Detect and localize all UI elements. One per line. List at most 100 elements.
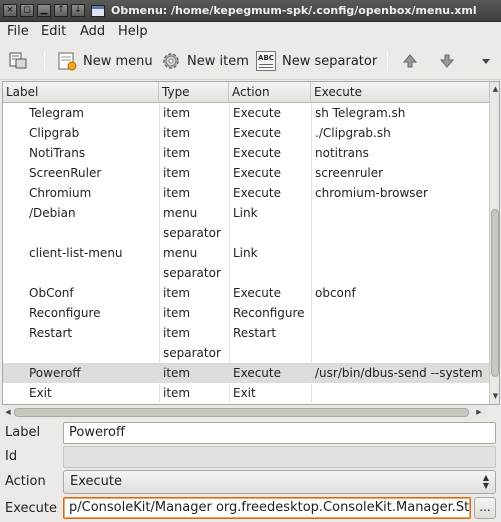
cell-execute bbox=[315, 223, 487, 243]
cell-type: menu bbox=[163, 206, 198, 220]
column-header-action[interactable]: Action bbox=[229, 82, 311, 103]
unshade-icon[interactable]: ↓ bbox=[71, 4, 85, 17]
move-up-button[interactable] bbox=[400, 50, 426, 72]
cell-label: Exit bbox=[29, 386, 52, 400]
horizontal-scrollbar[interactable]: ◀ ▶ bbox=[2, 406, 486, 419]
menu-edit[interactable]: Edit bbox=[41, 24, 66, 39]
cell-execute bbox=[315, 303, 487, 323]
id-input[interactable] bbox=[63, 446, 496, 468]
maximize-icon[interactable]: ◻ bbox=[20, 4, 34, 17]
horizontal-scroll-thumb[interactable] bbox=[14, 408, 469, 417]
cell-label: NotiTrans bbox=[29, 146, 86, 160]
table-row[interactable]: ObConf item Execute obconf bbox=[3, 283, 489, 303]
toolbar: New menu New item ABC New separator bbox=[0, 42, 501, 80]
cell-type: separator bbox=[163, 266, 221, 280]
cell-label: ScreenRuler bbox=[29, 166, 102, 180]
cell-label: Chromium bbox=[29, 186, 92, 200]
column-header-type[interactable]: Type bbox=[159, 82, 229, 103]
table-row[interactable]: separator bbox=[3, 263, 489, 283]
toolbar-overflow-button[interactable] bbox=[476, 50, 501, 72]
cell-label: ObConf bbox=[29, 286, 74, 300]
tree-header: Label Type Action Execute bbox=[3, 82, 489, 103]
table-row[interactable]: Restart item Restart bbox=[3, 323, 489, 343]
table-row[interactable]: Poweroff item Execute/usr/bin/dbus-send --… bbox=[3, 363, 489, 383]
cell-action: Execute bbox=[233, 186, 281, 200]
table-row[interactable]: Reconfigure item Reconfigure bbox=[3, 303, 489, 323]
cell-action bbox=[233, 343, 309, 363]
column-header-label[interactable]: Label bbox=[3, 82, 159, 103]
cell-execute bbox=[315, 263, 487, 283]
cell-label bbox=[29, 343, 157, 363]
cell-label: Telegram bbox=[29, 106, 84, 120]
arrow-up-icon bbox=[400, 51, 420, 71]
cell-action bbox=[233, 263, 309, 283]
table-row[interactable]: Exit item Exit bbox=[3, 383, 489, 403]
scroll-left-icon[interactable]: ◀ bbox=[3, 407, 13, 418]
new-menu-label: New menu bbox=[83, 53, 153, 69]
vertical-scroll-thumb[interactable] bbox=[491, 209, 499, 377]
app-window-icon bbox=[91, 5, 105, 17]
cell-type: item bbox=[163, 326, 191, 340]
cell-type: item bbox=[163, 306, 191, 320]
cell-action: Link bbox=[233, 206, 258, 220]
menu-tree-view[interactable]: Label Type Action Execute Telegram item Ex… bbox=[2, 81, 500, 405]
scroll-right-icon[interactable]: ▶ bbox=[474, 407, 484, 418]
browse-button[interactable]: ... bbox=[474, 497, 496, 519]
cell-execute bbox=[315, 203, 487, 223]
cell-execute: chromium-browser bbox=[315, 186, 428, 200]
cell-action: Execute bbox=[233, 106, 281, 120]
table-row[interactable]: client-list-menu menu Link bbox=[3, 243, 489, 263]
close-icon[interactable]: × bbox=[3, 4, 17, 17]
menu-add[interactable]: Add bbox=[80, 24, 105, 39]
move-down-button[interactable] bbox=[437, 50, 463, 72]
column-header-execute[interactable]: Execute bbox=[311, 82, 489, 103]
cell-type: item bbox=[163, 166, 191, 180]
new-item-button[interactable]: New item bbox=[161, 50, 249, 72]
new-separator-label: New separator bbox=[282, 53, 378, 69]
table-row[interactable]: separator bbox=[3, 223, 489, 243]
menubar: File Edit Add Help bbox=[0, 22, 501, 42]
minimize-icon[interactable]: ▁ bbox=[37, 4, 51, 17]
execute-input[interactable]: p/ConsoleKit/Manager org.freedesktop.Con… bbox=[63, 497, 471, 519]
cell-label: /Debian bbox=[29, 206, 76, 220]
cell-action bbox=[233, 223, 309, 243]
cell-type: item bbox=[163, 286, 191, 300]
scroll-down-icon[interactable]: ▼ bbox=[491, 391, 499, 401]
label-input[interactable]: Poweroff bbox=[63, 422, 496, 444]
cell-execute: ./Clipgrab.sh bbox=[315, 126, 391, 140]
menu-file[interactable]: File bbox=[7, 24, 29, 39]
table-row[interactable]: Chromium item Execute chromium-browser bbox=[3, 183, 489, 203]
cell-execute: notitrans bbox=[315, 146, 369, 160]
cell-label bbox=[29, 263, 157, 283]
cell-execute bbox=[315, 383, 487, 403]
scroll-up-icon[interactable]: ▲ bbox=[491, 84, 499, 94]
cell-type: item bbox=[163, 146, 191, 160]
cell-execute: /usr/bin/dbus-send --system bbox=[315, 366, 483, 380]
table-row[interactable]: Telegram item Execute sh Telegram.sh bbox=[3, 103, 489, 123]
new-separator-button[interactable]: ABC New separator bbox=[256, 50, 377, 72]
table-row[interactable]: /Debian menu Link bbox=[3, 203, 489, 223]
label-field-label: Label bbox=[5, 425, 41, 440]
cell-type: item bbox=[163, 366, 191, 380]
cell-label: Clipgrab bbox=[29, 126, 80, 140]
shade-icon[interactable]: ↑ bbox=[54, 4, 68, 17]
cell-action: Execute bbox=[233, 286, 281, 300]
cell-action: Execute bbox=[233, 126, 281, 140]
properties-button[interactable] bbox=[8, 50, 34, 72]
action-select[interactable]: Execute ▲ ▼ bbox=[63, 470, 496, 494]
cell-execute: obconf bbox=[315, 286, 356, 300]
new-menu-button[interactable]: New menu bbox=[57, 50, 153, 72]
table-row[interactable]: separator bbox=[3, 343, 489, 363]
id-field-label: Id bbox=[5, 449, 18, 464]
cell-type: item bbox=[163, 126, 191, 140]
table-row[interactable]: Clipgrab item Execute ./Clipgrab.sh bbox=[3, 123, 489, 143]
cell-label bbox=[29, 223, 157, 243]
cell-execute: sh Telegram.sh bbox=[315, 106, 406, 120]
table-row[interactable]: NotiTrans item Execute notitrans bbox=[3, 143, 489, 163]
menu-help[interactable]: Help bbox=[118, 24, 148, 39]
cell-type: separator bbox=[163, 346, 221, 360]
table-row[interactable]: ScreenRuler item Execute screenruler bbox=[3, 163, 489, 183]
new-item-label: New item bbox=[187, 53, 249, 69]
vertical-scrollbar[interactable]: ▲ ▼ bbox=[489, 82, 499, 404]
combo-arrows-icon: ▲ ▼ bbox=[482, 473, 489, 490]
